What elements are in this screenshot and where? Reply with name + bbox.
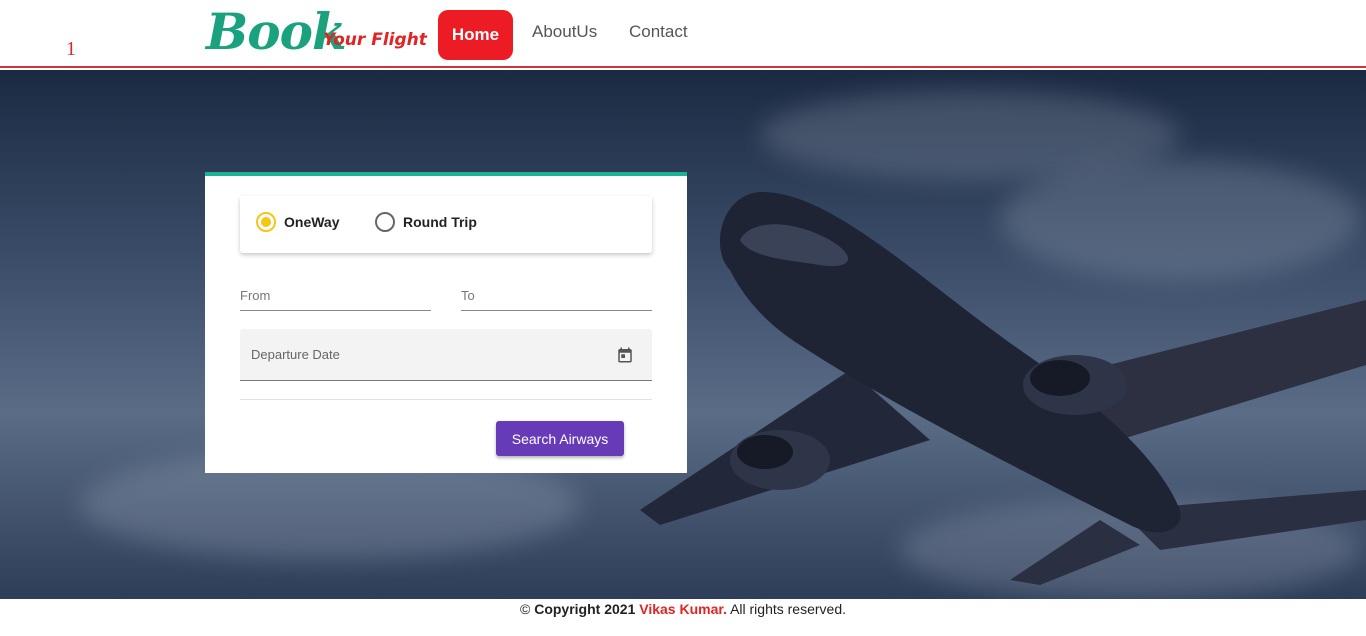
airplane-image [640, 191, 1366, 585]
copyright-symbol: © [520, 601, 531, 617]
radio-checked-icon[interactable] [256, 212, 276, 232]
round-trip-radio[interactable]: Round Trip [375, 212, 477, 232]
flight-search-card: OneWay Round Trip From To Departure Date… [205, 172, 687, 473]
counter-text: 1 [66, 38, 76, 60]
nav-aboutus-link[interactable]: AboutUs [532, 22, 597, 42]
footer: © Copyright 2021 Vikas Kumar. All rights… [0, 599, 1366, 636]
rights-text: All rights reserved. [730, 601, 846, 617]
form-divider [240, 399, 652, 400]
departure-date-input[interactable]: Departure Date [240, 329, 652, 381]
copyright-text: Copyright 2021 [534, 601, 636, 617]
oneway-label: OneWay [284, 214, 340, 230]
from-label: From [240, 288, 271, 303]
oneway-radio[interactable]: OneWay [256, 212, 340, 232]
nav-home-link[interactable]: Home [438, 10, 513, 60]
author-name: Vikas Kumar. [639, 601, 727, 617]
departure-date-label: Departure Date [251, 347, 340, 362]
footer-copyright: © Copyright 2021 Vikas Kumar. All rights… [0, 601, 1366, 617]
nav-contact-link[interactable]: Contact [629, 22, 688, 42]
to-label: To [461, 288, 475, 303]
search-airways-button[interactable]: Search Airways [496, 421, 624, 456]
top-navbar: 1 Book Your Flight Home AboutUs Contact [0, 0, 1366, 68]
trip-type-selector: OneWay Round Trip [240, 196, 652, 253]
to-input[interactable]: To [461, 288, 652, 311]
brand-logo-subtitle[interactable]: Your Flight [323, 30, 427, 50]
round-trip-label: Round Trip [403, 214, 477, 230]
from-input[interactable]: From [240, 288, 431, 311]
calendar-icon[interactable] [616, 346, 634, 364]
radio-unchecked-icon[interactable] [375, 212, 395, 232]
